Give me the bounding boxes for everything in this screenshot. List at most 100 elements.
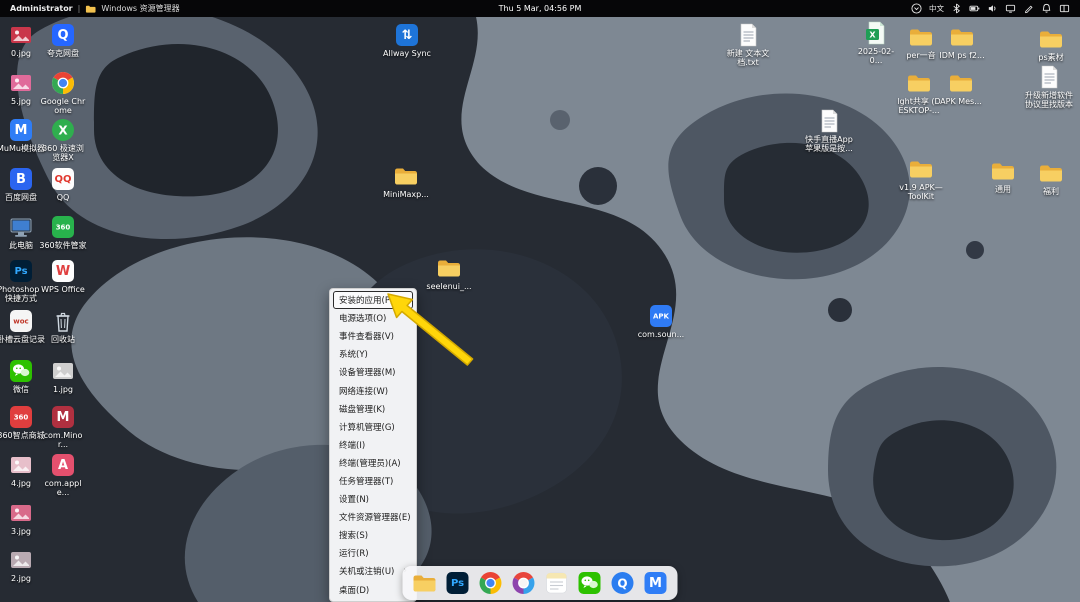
menu-item-power-options[interactable]: 电源选项(O) (333, 309, 413, 327)
desktop-icon-label: 快手直播App 苹果版是按... (805, 135, 853, 153)
menu-item-label: 关机或注销(U) (339, 565, 394, 577)
menu-item-terminal[interactable]: 终端(I) (333, 436, 413, 454)
chrome-icon (478, 570, 504, 596)
taskbar-left: Administrator | Windows 资源管理器 (10, 3, 180, 14)
desktop-icon-folder-ps[interactable]: ps素材 (1027, 26, 1075, 62)
desktop-icon-label: WPS Office (41, 285, 85, 294)
dock-item-notes[interactable] (544, 570, 570, 596)
menu-item-label: 计算机管理(G) (339, 421, 395, 433)
menu-item-installed-apps[interactable]: 安装的应用(P) (333, 291, 413, 309)
desktop-icon-360-software-manager[interactable]: 360360软件管家 (39, 214, 87, 250)
desktop-icon-recycle-bin[interactable]: 回收站 (39, 308, 87, 344)
tray-chevron-down-circle-icon[interactable] (911, 3, 922, 14)
desktop-icon-label: 2025-02-0... (852, 47, 900, 65)
tray-volume-icon[interactable] (987, 3, 998, 14)
svg-text:Q: Q (57, 28, 68, 43)
current-user-label: Administrator (10, 4, 73, 13)
folder-minimax-icon (393, 163, 419, 189)
menu-item-settings[interactable]: 设置(N) (333, 490, 413, 508)
menu-item-label: 文件资源管理器(E) (339, 511, 411, 523)
svg-text:M: M (57, 410, 70, 425)
desktop-icon-folder-minimax[interactable]: MiniMaxp... (382, 163, 430, 199)
desktop-icon-folder-tongyong[interactable]: 通用 (979, 158, 1027, 194)
photoshop-shortcut-icon: Ps (8, 258, 34, 284)
allway-sync-icon: ⇅ (394, 22, 420, 48)
dock-item-finder-folder[interactable] (412, 570, 438, 596)
tray-language[interactable]: 中文 (929, 5, 944, 13)
desktop-icon-upgrade-note[interactable]: 升级新增软件 协议里找版本 (1025, 64, 1073, 109)
desktop-icon-com-apple[interactable]: Acom.apple... (39, 452, 87, 497)
dock-item-photoshop[interactable]: Ps (445, 570, 471, 596)
svg-text:B: B (16, 172, 26, 187)
menu-item-run[interactable]: 运行(R) (333, 544, 413, 562)
system-tray: 中文 (911, 3, 1070, 14)
desktop-icon-2-jpg[interactable]: 2.jpg (0, 547, 45, 583)
menu-item-computer-management[interactable]: 计算机管理(G) (333, 418, 413, 436)
tray-bluetooth-icon[interactable] (951, 3, 962, 14)
desktop-icon-3-jpg[interactable]: 3.jpg (0, 500, 45, 536)
desktop-icon-folder-apk-mes[interactable]: APK Mes... (937, 70, 985, 106)
desktop-icon-1-jpg[interactable]: 1.jpg (39, 358, 87, 394)
menu-item-shutdown-signout[interactable]: 关机或注销(U)› (333, 562, 413, 580)
dock-item-chrome[interactable] (478, 570, 504, 596)
desktop-icon-label: 微信 (13, 385, 29, 394)
desktop-icon-new-text-doc[interactable]: 新建 文本文档.txt (724, 22, 772, 67)
360-speed-browser-icon: X (50, 117, 76, 143)
tray-layout-icon[interactable] (1059, 3, 1070, 14)
tray-battery-icon[interactable] (969, 3, 980, 14)
desktop-icon-label: com.soun... (638, 330, 684, 339)
dock-item-wechat[interactable] (577, 570, 603, 596)
menu-item-search[interactable]: 搜索(S) (333, 526, 413, 544)
folder-lght-share-icon (906, 70, 932, 96)
new-text-doc-icon (735, 22, 761, 48)
menu-item-device-manager[interactable]: 设备管理器(M) (333, 363, 413, 381)
desktop-icon-label: 百度网盘 (5, 193, 37, 202)
menu-item-label: 运行(R) (339, 547, 369, 559)
this-pc-icon (8, 214, 34, 240)
folder-ps-icon (1038, 26, 1064, 52)
desktop-icon-label: Allway Sync (383, 49, 431, 58)
desktop-icon-quark-netdisk[interactable]: Q 夸克网盘 (39, 22, 87, 58)
desktop-icon-wps-office[interactable]: WWPS Office (39, 258, 87, 294)
menu-item-file-explorer[interactable]: 文件资源管理器(E) (333, 508, 413, 526)
menu-item-label: 设备管理器(M) (339, 366, 395, 378)
desktop-icon-folder-lght-share[interactable]: lght共享 (DESKTOP-... (895, 70, 943, 115)
folder-fuli-icon (1038, 160, 1064, 186)
svg-text:M: M (15, 123, 28, 138)
menu-item-disk-management[interactable]: 磁盘管理(K) (333, 400, 413, 418)
desktop-icon-360-speed-browser[interactable]: X360 极速浏览器X (39, 117, 87, 162)
desktop-icon-folder-seelenui[interactable]: seelenui_... (425, 255, 473, 291)
desktop-icon-folder-v19-toolkit[interactable]: v1.9 APK—ToolKit (897, 156, 945, 201)
menu-item-task-manager[interactable]: 任务管理器(T) (333, 472, 413, 490)
dock-item-mumu[interactable]: M (643, 570, 669, 596)
menu-item-terminal-admin[interactable]: 终端(管理员)(A) (333, 454, 413, 472)
desktop-icon-kuaishou-note[interactable]: 快手直播App 苹果版是按... (805, 108, 853, 153)
dock-item-quark[interactable]: Q (610, 570, 636, 596)
1-jpg-icon (50, 358, 76, 384)
desktop-icon-label: 5.jpg (11, 97, 31, 106)
desktop-icon-com-soun-apk[interactable]: APKcom.soun... (637, 303, 685, 339)
desktop-icon-label: ps素材 (1038, 53, 1063, 62)
mumu-emulator-icon: M (8, 117, 34, 143)
desktop-icon-allway-sync[interactable]: ⇅Allway Sync (383, 22, 431, 58)
desktop-icon-google-chrome[interactable]: Google Chrome (39, 70, 87, 115)
desktop-icon-excel-2025[interactable]: X2025-02-0... (852, 20, 900, 65)
desktop-icon-folder-fuli[interactable]: 福利 (1027, 160, 1075, 196)
menu-item-event-viewer[interactable]: 事件查看器(V) (333, 327, 413, 345)
folder-tongyong-icon (990, 158, 1016, 184)
desktop-icon-qq[interactable]: QQQQ (39, 166, 87, 202)
tray-display-icon[interactable] (1005, 3, 1016, 14)
recycle-bin-icon (50, 308, 76, 334)
desktop-icon-com-minor[interactable]: Mcom.Minor... (39, 404, 87, 449)
menu-item-network-connections[interactable]: 网络连接(W) (333, 381, 413, 399)
dock-item-browser-colorful[interactable] (511, 570, 537, 596)
desktop-icon-label: 夸克网盘 (47, 49, 79, 58)
winx-context-menu: 安装的应用(P)电源选项(O)事件查看器(V)系统(Y) 设备管理器(M) 网络连接… (329, 288, 417, 602)
tray-pen-icon[interactable] (1023, 3, 1034, 14)
menu-item-system[interactable]: 系统(Y) (333, 345, 413, 363)
kuaishou-note-icon (816, 108, 842, 134)
desktop-icon-label: APK Mes... (940, 97, 982, 106)
menu-item-desktop[interactable]: 桌面(D) (333, 581, 413, 599)
desktop-icon-folder-idm[interactable]: IDM ps f2... (938, 24, 986, 60)
tray-bell-icon[interactable] (1041, 3, 1052, 14)
